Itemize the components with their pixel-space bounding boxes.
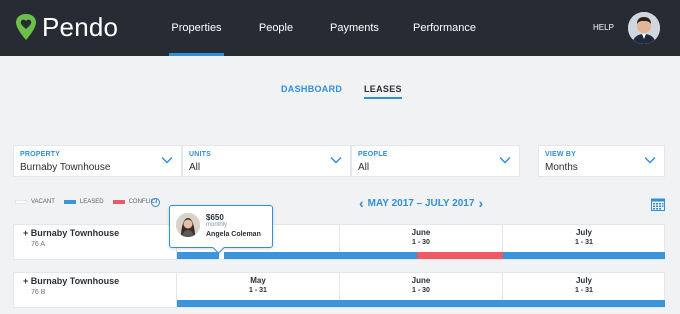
tenant-name: Angela Coleman bbox=[206, 231, 261, 238]
filter-view-by-label: VIEW BY bbox=[545, 151, 576, 158]
chevron-down-icon bbox=[499, 157, 511, 164]
chevron-down-icon bbox=[161, 157, 173, 164]
month-name: July bbox=[575, 276, 592, 285]
unit-info[interactable]: + Burnaby Townhouse 76 A bbox=[14, 225, 177, 259]
month-cell-june: June 1 - 30 bbox=[340, 225, 503, 253]
month-cell-july: July 1 - 31 bbox=[503, 225, 665, 253]
unit-number: 76 A bbox=[31, 241, 46, 248]
legend-swatch-leased bbox=[63, 200, 76, 204]
legend-leased: LEASED bbox=[63, 199, 104, 205]
filter-people-value: All bbox=[358, 162, 370, 173]
lease-bar-leased[interactable] bbox=[224, 252, 417, 259]
next-period-button[interactable]: › bbox=[474, 196, 487, 210]
filter-units[interactable]: UNITS All bbox=[182, 145, 351, 177]
unit-property-name: + Burnaby Townhouse bbox=[23, 276, 176, 287]
month-range: 1 - 30 bbox=[412, 287, 430, 294]
tab-leases[interactable]: LEASES bbox=[364, 83, 402, 99]
legend-vacant-label: VACANT bbox=[31, 199, 55, 205]
filter-view-by[interactable]: VIEW BY Months bbox=[538, 145, 665, 177]
user-avatar[interactable] bbox=[628, 12, 660, 44]
lease-frequency: monthly bbox=[206, 222, 228, 228]
month-range: 1 - 30 bbox=[412, 239, 430, 246]
month-name: June bbox=[411, 228, 431, 237]
month-cell-july: July 1 - 31 bbox=[503, 273, 665, 301]
brand-logo[interactable]: Pendo bbox=[14, 12, 118, 42]
filter-property-value: Burnaby Townhouse bbox=[20, 162, 111, 173]
nav-properties[interactable]: Properties bbox=[169, 0, 224, 56]
top-navigation-bar: Pendo Properties People Payments Perform… bbox=[0, 0, 680, 56]
legend-vacant: VACANT bbox=[15, 199, 55, 205]
nav-performance[interactable]: Performance bbox=[413, 0, 476, 56]
filter-units-value: All bbox=[189, 162, 201, 173]
lease-price: $650 bbox=[206, 213, 224, 222]
lease-bar-leased[interactable] bbox=[177, 252, 219, 259]
previous-period-button[interactable]: ‹ bbox=[355, 196, 368, 210]
chevron-down-icon bbox=[330, 157, 342, 164]
unit-row-76b: + Burnaby Townhouse 76 B May 1 - 31 June… bbox=[13, 272, 665, 308]
tab-dashboard[interactable]: DASHBOARD bbox=[281, 83, 342, 95]
lease-bar-leased[interactable] bbox=[177, 300, 665, 307]
lease-bar-conflict[interactable] bbox=[417, 252, 503, 259]
unit-property-label: Burnaby Townhouse bbox=[30, 228, 120, 238]
unit-property-label: Burnaby Townhouse bbox=[30, 276, 120, 286]
lease-legend: VACANT LEASED CONFLICT bbox=[15, 199, 168, 205]
tenant-portrait-icon bbox=[176, 213, 200, 237]
month-name: July bbox=[575, 228, 592, 237]
month-cell-june: June 1 - 30 bbox=[340, 273, 503, 301]
unit-number: 76 B bbox=[31, 289, 46, 296]
filter-property[interactable]: PROPERTY Burnaby Townhouse bbox=[13, 145, 182, 177]
month-range: 1 - 31 bbox=[575, 239, 593, 246]
nav-people[interactable]: People bbox=[257, 0, 295, 56]
lease-bar-leased[interactable] bbox=[503, 252, 665, 259]
filter-units-label: UNITS bbox=[189, 151, 211, 158]
expand-toggle[interactable]: + bbox=[23, 228, 28, 238]
calendar-icon[interactable] bbox=[651, 198, 665, 211]
help-link[interactable]: HELP bbox=[593, 0, 614, 56]
legend-swatch-vacant bbox=[15, 200, 27, 204]
period-label: MAY 2017 – JULY 2017 bbox=[367, 197, 475, 209]
filter-view-by-value: Months bbox=[545, 162, 578, 173]
month-cell-may: May 1 - 31 bbox=[177, 273, 340, 301]
unit-info[interactable]: + Burnaby Townhouse 76 B bbox=[14, 273, 177, 307]
expand-toggle[interactable]: + bbox=[23, 276, 28, 286]
legend-help-icon[interactable]: ? bbox=[151, 198, 160, 207]
unit-property-name: + Burnaby Townhouse bbox=[23, 228, 176, 239]
month-range: 1 - 31 bbox=[249, 287, 267, 294]
chevron-down-icon bbox=[644, 157, 656, 164]
nav-payments[interactable]: Payments bbox=[330, 0, 379, 56]
legend-swatch-conflict bbox=[112, 200, 125, 204]
heart-location-pin-icon bbox=[16, 14, 36, 40]
brand-name: Pendo bbox=[42, 12, 119, 42]
month-name: June bbox=[411, 276, 431, 285]
month-range: 1 - 31 bbox=[575, 287, 593, 294]
user-portrait-icon bbox=[628, 12, 660, 44]
period-navigator: ‹ MAY 2017 – JULY 2017 › bbox=[355, 196, 487, 210]
unit-row-76a: + Burnaby Townhouse 76 A May 1 - 31 June… bbox=[13, 224, 665, 260]
filter-property-label: PROPERTY bbox=[20, 151, 61, 158]
tenant-avatar bbox=[176, 213, 200, 237]
month-name: May bbox=[250, 276, 266, 285]
filter-people-label: PEOPLE bbox=[358, 151, 388, 158]
legend-leased-label: LEASED bbox=[79, 199, 104, 205]
lease-tooltip: $650 monthly Angela Coleman bbox=[169, 205, 273, 248]
filter-people[interactable]: PEOPLE All bbox=[351, 145, 520, 177]
